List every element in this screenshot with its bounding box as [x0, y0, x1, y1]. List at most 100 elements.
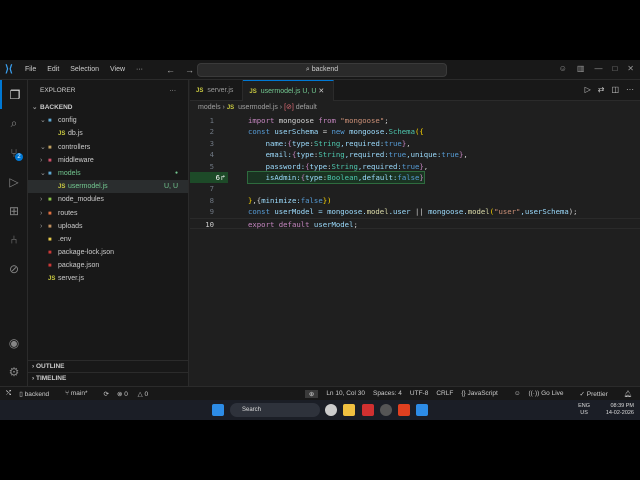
command-center-search[interactable]: ⌕ backend [197, 63, 447, 77]
brave-icon[interactable] [398, 404, 410, 416]
js-file-icon: JS [226, 105, 235, 111]
app-icon[interactable] [325, 404, 337, 416]
code-text: email:{type:String,required:true,unique:… [248, 149, 468, 160]
sync-icon[interactable]: ⟳ [104, 390, 109, 398]
code-line[interactable]: 9 const userModel = mongoose.model.user |… [190, 206, 640, 217]
problems-item[interactable]: ⊗ 0 △ 0 [117, 390, 156, 398]
zoom-icon[interactable]: ⊕ [304, 389, 319, 398]
app-icon[interactable] [362, 404, 374, 416]
close-button[interactable]: ✕ [627, 64, 634, 73]
code-token: true [401, 161, 420, 171]
tree-item[interactable]: › ■ node_modules [28, 193, 188, 206]
breadcrumb-file[interactable]: usermodel.js [238, 104, 278, 111]
code-line[interactable]: 7 [190, 183, 640, 194]
git-branch-item[interactable]: ⑂ main* [65, 390, 95, 397]
menu-more[interactable]: ··· [136, 66, 143, 73]
tree-item[interactable]: JS server.js [28, 272, 188, 285]
copilot-icon[interactable]: ☺ [559, 64, 567, 73]
code-line[interactable]: 6 ↱ isAdmin:{type:Boolean,default:false} [190, 170, 640, 185]
code-token: }) [322, 195, 332, 205]
run-debug-icon[interactable]: ▷ [0, 167, 28, 196]
timeline-section[interactable]: › TIMELINE [28, 372, 189, 384]
notifications-icon[interactable]: 🔔︎ [624, 390, 632, 398]
code-line[interactable]: 2 const userSchema = new mongoose.Schema(… [190, 126, 640, 137]
tree-item[interactable]: › ■ routes [28, 207, 188, 220]
suggestion-accept-icon[interactable]: ↱ [221, 172, 225, 183]
language-indicator[interactable]: ENG US [578, 403, 590, 417]
menu-file[interactable]: File [25, 66, 36, 73]
prettier-button[interactable]: ✓ Prettier [580, 390, 616, 398]
code-editor[interactable]: 1 import mongoose from "mongoose"; 2 const … [190, 115, 640, 229]
tab-server-js[interactable]: JS server.js [190, 80, 244, 101]
copilot-icon[interactable]: ☺ [514, 390, 521, 397]
close-tab-icon[interactable]: ✕ [318, 88, 324, 95]
code-token: String [318, 150, 345, 160]
remote-icon[interactable]: ⤭ [6, 390, 11, 398]
menu-selection[interactable]: Selection [70, 66, 99, 73]
breadcrumb-symbol[interactable]: default [296, 104, 317, 111]
run-icon[interactable]: ▷ [585, 85, 591, 94]
tree-item[interactable]: › ■ uploads [28, 220, 188, 233]
clock[interactable]: 08:39 PM 14-02-2026 [606, 403, 634, 417]
back-arrow-icon[interactable]: ← [166, 65, 175, 75]
language-mode[interactable]: {} JavaScript [461, 390, 506, 397]
indentation[interactable]: Spaces: 4 [373, 390, 402, 397]
git-graph-icon[interactable]: ⑃ [0, 225, 28, 254]
taskbar-search[interactable]: Search [230, 403, 320, 417]
code-line[interactable]: 8},{minimize:false}) [190, 195, 640, 206]
go-live-button[interactable]: ((·)) Go Live [528, 390, 571, 397]
tab-bar: JS server.js JS usermodel.js U, U ✕ [190, 80, 640, 101]
code-text: isAdmin:{type:Boolean,default:false} [247, 170, 425, 185]
vscode-taskbar-icon[interactable] [416, 404, 428, 416]
forward-arrow-icon[interactable]: → [185, 65, 194, 75]
tree-item[interactable]: ⌄ ■ models ● [28, 167, 188, 180]
minimize-button[interactable]: — [594, 64, 602, 73]
account-icon[interactable]: ◉ [0, 328, 28, 357]
source-control-icon[interactable]: ⑂ 2 [0, 138, 28, 167]
code-line[interactable]: 4 email:{type:String,required:true,uniqu… [190, 149, 640, 160]
chrome-icon[interactable] [380, 404, 392, 416]
code-token: true [441, 150, 459, 160]
file-explorer-icon[interactable] [343, 404, 355, 416]
windows-start-icon[interactable] [212, 404, 224, 416]
code-line[interactable]: 1 import mongoose from "mongoose"; [190, 115, 640, 126]
tree-item-label: routes [58, 209, 78, 217]
tree-item[interactable]: ⌄ ■ controllers [28, 141, 188, 154]
menu-view[interactable]: View [110, 66, 125, 73]
tree-item[interactable]: ⌄ ■ config [28, 114, 188, 127]
encoding[interactable]: UTF-8 [410, 390, 428, 397]
tree-item[interactable]: JS usermodel.js U, U [28, 180, 188, 194]
extensions-icon[interactable]: ⊞ [0, 196, 28, 225]
line-number: 7 [209, 184, 214, 194]
maximize-button[interactable]: □ [612, 64, 617, 73]
code-token: false [397, 172, 420, 182]
tree-item[interactable]: › ■ middleware [28, 154, 188, 167]
breadcrumb-models[interactable]: models [198, 104, 221, 111]
compare-icon[interactable]: ⇄ [598, 85, 605, 94]
more-actions-icon[interactable]: ··· [170, 80, 177, 101]
settings-gear-icon[interactable]: ⚙ [0, 357, 28, 386]
tree-item[interactable]: JS db.js [28, 127, 188, 140]
search-icon[interactable]: ⌕ [0, 109, 28, 138]
tree-item[interactable]: ■ package-lock.json [28, 246, 188, 259]
remote-icon[interactable]: ⊘ [0, 254, 28, 283]
tab-usermodel-js[interactable]: JS usermodel.js U, U ✕ [243, 80, 335, 101]
workspace-item[interactable]: ▯ backend [19, 390, 57, 398]
folder-root[interactable]: ⌄ BACKEND [28, 101, 188, 114]
code-line[interactable]: 10 export default userModel; [190, 217, 640, 230]
tree-item[interactable]: ■ .env [28, 233, 188, 246]
more-icon[interactable]: ··· [626, 85, 634, 94]
code-token: ({ [414, 127, 424, 137]
tree-item[interactable]: ■ package.json [28, 259, 188, 272]
code-text: export default userModel; [248, 219, 358, 230]
eol[interactable]: CRLF [436, 390, 453, 397]
outline-section[interactable]: › OUTLINE [28, 360, 189, 372]
code-line[interactable]: 3 name:{type:String,required:true}, [190, 138, 640, 149]
chevron-right-icon: › [40, 222, 43, 230]
menu-edit[interactable]: Edit [47, 66, 59, 73]
cursor-position[interactable]: Ln 10, Col 30 [326, 390, 365, 397]
explorer-icon[interactable]: ❐ [0, 80, 28, 109]
split-editor-icon[interactable]: ◫ [611, 85, 619, 94]
code-line[interactable]: 5 password:{type:String,required:true}, [190, 161, 640, 172]
layout-icon[interactable]: ▥ [577, 64, 585, 73]
